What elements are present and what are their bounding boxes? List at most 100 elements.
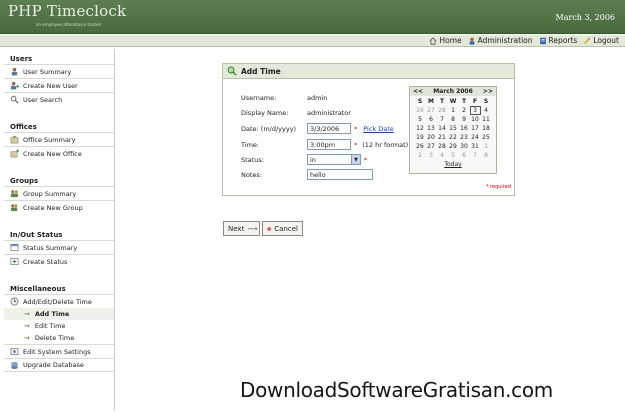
watermark-text: DownloadSoftwareGratisan.com bbox=[240, 378, 553, 402]
calendar-day[interactable]: 3 bbox=[469, 106, 481, 115]
calendar-day[interactable]: 31 bbox=[470, 142, 481, 151]
notes-row: Notes: hello bbox=[241, 169, 373, 180]
administration-link[interactable]: Administration bbox=[468, 36, 533, 45]
calendar-day[interactable]: 29 bbox=[448, 142, 459, 151]
calendar-day[interactable]: 15 bbox=[448, 124, 459, 133]
next-button[interactable]: Next ⟶ bbox=[223, 221, 260, 236]
status-select[interactable]: in ▼ bbox=[307, 154, 361, 165]
required-marker: * bbox=[364, 155, 368, 164]
sidebar-item-office-summary[interactable]: Office Summary bbox=[4, 132, 114, 146]
logout-link[interactable]: Logout bbox=[583, 36, 619, 45]
sidebar-item-label: Status Summary bbox=[23, 243, 78, 252]
calendar-day[interactable]: 1 bbox=[448, 106, 459, 115]
calendar-day[interactable]: 24 bbox=[470, 133, 481, 142]
sidebar-item-user-search[interactable]: User Search bbox=[4, 92, 114, 106]
calendar-day[interactable]: 11 bbox=[481, 115, 492, 124]
calendar-header: << March 2006 >> bbox=[410, 87, 496, 96]
sidebar-item-add-edit-delete-time[interactable]: Add/Edit/Delete Time bbox=[4, 294, 114, 308]
magnifier-icon bbox=[227, 66, 237, 76]
sidebar-subitem-edit-time[interactable]: ➞ Edit Time bbox=[4, 320, 114, 332]
app-logo: PHP Timeclock bbox=[8, 2, 127, 20]
calendar-day[interactable]: 2 bbox=[459, 106, 470, 115]
reports-link[interactable]: Reports bbox=[539, 36, 578, 45]
home-icon bbox=[430, 36, 437, 45]
sidebar-item-group-summary[interactable]: Group Summary bbox=[4, 186, 114, 200]
calendar-day[interactable]: 3 bbox=[426, 151, 437, 160]
cancel-button[interactable]: Cancel bbox=[262, 221, 303, 236]
date-input[interactable]: 3/3/2006 bbox=[307, 123, 351, 134]
calendar-day[interactable]: 1 bbox=[481, 142, 492, 151]
sidebar-subitem-label: Edit Time bbox=[34, 322, 66, 330]
calendar-day[interactable]: 27 bbox=[426, 106, 437, 115]
calendar-day[interactable]: 13 bbox=[426, 124, 437, 133]
sidebar-item-user-summary[interactable]: User Summary bbox=[4, 64, 114, 78]
calendar-day[interactable]: 7 bbox=[470, 151, 481, 160]
sidebar-section-users: Users bbox=[10, 55, 33, 63]
sidebar-subitem-label: Delete Time bbox=[34, 334, 75, 342]
calendar-day[interactable]: 27 bbox=[426, 142, 437, 151]
required-marker: * bbox=[354, 140, 358, 149]
calendar-today-link[interactable]: Today bbox=[410, 161, 496, 168]
calendar-day[interactable]: 28 bbox=[437, 142, 448, 151]
calendar-day[interactable]: 6 bbox=[426, 115, 437, 124]
sidebar-section-groups: Groups bbox=[10, 177, 39, 185]
pick-date-link[interactable]: Pick Date bbox=[363, 125, 394, 133]
calendar-day[interactable]: 2 bbox=[415, 151, 426, 160]
calendar-month-title: March 2006 bbox=[433, 88, 473, 95]
calendar-day[interactable]: 4 bbox=[481, 106, 492, 115]
app-header: PHP Timeclock an employee attendance tra… bbox=[0, 0, 625, 34]
calendar-day[interactable]: 8 bbox=[448, 115, 459, 124]
sidebar-item-label: Create Status bbox=[23, 257, 68, 266]
notes-input[interactable]: hello bbox=[307, 169, 373, 180]
sidebar-subitem-add-time[interactable]: ➞ Add Time bbox=[4, 308, 114, 320]
calendar-day[interactable]: 12 bbox=[415, 124, 426, 133]
administration-link-label: Administration bbox=[477, 36, 533, 45]
calendar-day[interactable]: 4 bbox=[437, 151, 448, 160]
display-name-label: Display Name: bbox=[241, 109, 289, 117]
sidebar-item-upgrade-database[interactable]: Upgrade Database bbox=[4, 358, 114, 372]
calendar-day[interactable]: 23 bbox=[459, 133, 470, 142]
required-note: * required bbox=[485, 184, 511, 190]
sidebar-item-create-new-user[interactable]: Create New User bbox=[4, 78, 114, 92]
sidebar-item-label: User Search bbox=[23, 95, 63, 104]
calendar-day[interactable]: 20 bbox=[426, 133, 437, 142]
calendar-day[interactable]: 21 bbox=[437, 133, 448, 142]
database-icon bbox=[11, 361, 18, 369]
sidebar-item-create-new-office[interactable]: Create New Office bbox=[4, 146, 114, 160]
cancel-button-label: Cancel bbox=[274, 224, 298, 233]
user-icon bbox=[11, 67, 18, 76]
panel-title: Add Time bbox=[241, 66, 281, 76]
calendar-prev-month[interactable]: << bbox=[413, 88, 423, 95]
calendar-day[interactable]: 9 bbox=[459, 115, 470, 124]
calendar-day[interactable]: 5 bbox=[448, 151, 459, 160]
reports-link-label: Reports bbox=[548, 36, 578, 45]
calendar-day[interactable]: 14 bbox=[437, 124, 448, 133]
sidebar-item-status-summary[interactable]: Status Summary bbox=[4, 240, 114, 254]
calendar-day[interactable]: 26 bbox=[415, 106, 426, 115]
calendar-day[interactable]: 26 bbox=[415, 142, 426, 151]
calendar-day[interactable]: 19 bbox=[415, 133, 426, 142]
calendar-day[interactable]: 17 bbox=[470, 124, 481, 133]
sidebar-item-create-new-group[interactable]: Create New Group bbox=[4, 200, 114, 214]
chevron-down-icon[interactable]: ▼ bbox=[351, 155, 360, 164]
sidebar-subitem-delete-time[interactable]: ➞ Delete Time bbox=[4, 332, 114, 344]
calendar-next-month[interactable]: >> bbox=[483, 88, 493, 95]
home-link[interactable]: Home bbox=[429, 36, 462, 45]
sidebar-item-label: User Summary bbox=[23, 67, 72, 76]
calendar-day[interactable]: 22 bbox=[448, 133, 459, 142]
calendar-day-of-week: F bbox=[472, 98, 478, 105]
time-input[interactable]: 3:00pm bbox=[307, 139, 351, 150]
calendar-day[interactable]: 25 bbox=[481, 133, 492, 142]
calendar-day[interactable]: 18 bbox=[481, 124, 492, 133]
calendar-day[interactable]: 5 bbox=[415, 115, 426, 124]
calendar-day[interactable]: 30 bbox=[459, 142, 470, 151]
calendar-day[interactable]: 28 bbox=[437, 106, 448, 115]
sidebar-item-edit-system-settings[interactable]: Edit System Settings bbox=[4, 344, 114, 358]
calendar-day[interactable]: 10 bbox=[470, 115, 481, 124]
calendar-day[interactable]: 8 bbox=[481, 151, 492, 160]
sidebar-item-create-status[interactable]: Create Status bbox=[4, 254, 114, 268]
calendar-day[interactable]: 16 bbox=[459, 124, 470, 133]
calendar-day[interactable]: 6 bbox=[459, 151, 470, 160]
calendar-day[interactable]: 7 bbox=[437, 115, 448, 124]
sidebar-item-label: Add/Edit/Delete Time bbox=[23, 297, 92, 306]
